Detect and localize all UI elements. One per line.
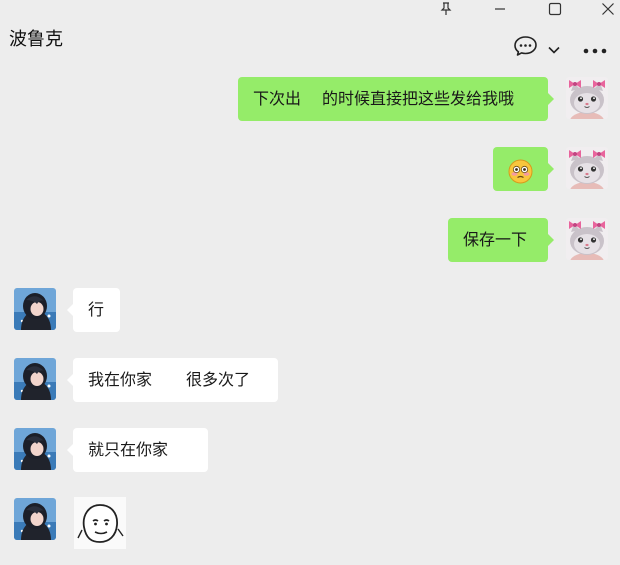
maximize-button[interactable]	[535, 0, 575, 18]
smiling-face-sticker	[74, 497, 126, 553]
maximize-icon	[548, 2, 562, 16]
message-bubble-received[interactable]: 就只在你家	[67, 428, 208, 472]
flushed-face-emoji	[508, 157, 533, 201]
message-bubble-sent[interactable]	[493, 147, 554, 191]
contact-avatar[interactable]	[14, 358, 56, 400]
my-avatar[interactable]	[566, 147, 608, 189]
message-bubble-sent[interactable]: 保存一下	[448, 218, 554, 262]
sticker-message[interactable]	[74, 497, 126, 549]
more-button[interactable]	[582, 38, 608, 58]
message-text: 很多次了	[186, 370, 251, 389]
pin-icon	[439, 2, 453, 16]
message-bubble-received[interactable]: 行	[67, 288, 120, 332]
message-text: 保存一下	[463, 230, 528, 249]
chat-bubble-button[interactable]	[512, 36, 538, 60]
contact-avatar[interactable]	[14, 288, 56, 330]
message-text: 行	[88, 300, 105, 319]
contact-avatar[interactable]	[14, 498, 56, 540]
minimize-icon	[493, 2, 507, 16]
message-bubble-sent[interactable]: 下次出 的时候直接把这些发给我哦	[238, 77, 554, 121]
close-button[interactable]	[588, 0, 620, 18]
my-avatar[interactable]	[566, 218, 608, 260]
more-icon	[583, 39, 607, 58]
chat-window: 波鲁克 下次出 的时候直接把这些发给我哦 保存一下 行 我在你家 很多次了 就只…	[0, 0, 620, 565]
message-bubble-received[interactable]: 我在你家 很多次了	[67, 358, 278, 402]
my-avatar[interactable]	[566, 77, 608, 119]
close-icon	[601, 2, 615, 16]
chat-title: 波鲁克	[9, 29, 63, 50]
message-text: 就只在你家	[88, 440, 169, 459]
message-text: 我在你家	[88, 370, 153, 389]
contact-avatar[interactable]	[14, 428, 56, 470]
chat-options-dropdown[interactable]	[546, 40, 562, 56]
message-text: 下次出	[253, 89, 302, 108]
chat-bubble-icon	[513, 35, 538, 61]
message-text: 的时候直接把这些发给我哦	[322, 89, 515, 108]
pin-button[interactable]	[426, 0, 466, 18]
chevron-down-icon	[548, 39, 560, 58]
minimize-button[interactable]	[480, 0, 520, 18]
